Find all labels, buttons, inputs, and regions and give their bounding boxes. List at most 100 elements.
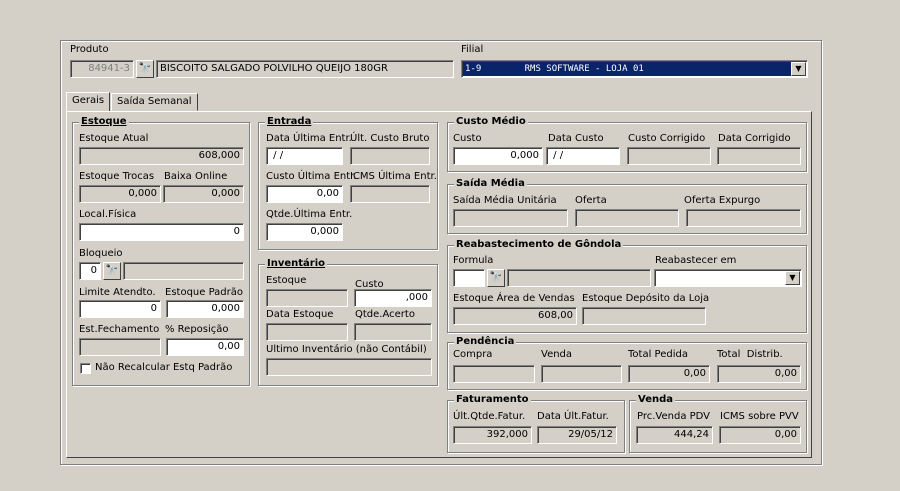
- reabastecer-em-select[interactable]: ▼: [654, 269, 802, 287]
- ultimo-inventario-field: [266, 358, 432, 376]
- total-pedida-field: 0,00: [628, 365, 710, 383]
- estoque-trocas-label: Estoque Trocas: [79, 171, 155, 182]
- estoque-atual-field: 608,000: [79, 147, 244, 165]
- nao-recalcular-checkbox[interactable]: [80, 363, 91, 374]
- estoque-title: Estoque: [79, 116, 129, 128]
- icms-sobre-pvv-label: ICMS sobre PVV: [720, 411, 799, 422]
- filial-selected-value: 1-9 RMS SOFTWARE - LOJA 01: [463, 62, 791, 76]
- inventario-custo-field[interactable]: ,000: [354, 289, 432, 307]
- entrada-title: Entrada: [265, 116, 314, 128]
- chevron-down-icon[interactable]: ▼: [785, 271, 800, 285]
- baixa-online-field: 0,000: [163, 185, 244, 203]
- limite-atendto-field[interactable]: 0: [79, 300, 161, 318]
- data-ultima-entr-field[interactable]: / /: [266, 147, 343, 165]
- faturamento-title: Faturamento: [454, 394, 531, 406]
- custo-label: Custo: [453, 133, 482, 144]
- local-fisica-label: Local.Física: [79, 209, 137, 220]
- qtde-ultima-entr-label: Qtde.Última Entr.: [266, 209, 353, 220]
- qtde-acerto-field: [354, 323, 432, 341]
- estoque-padrao-label: Estoque Padrão: [165, 287, 243, 298]
- compra-field: [453, 365, 535, 383]
- bloqueio-desc-field: [123, 262, 244, 280]
- estoque-area-vendas-field: 608,00: [453, 307, 577, 325]
- binoculars-icon: 🔭: [489, 272, 503, 283]
- icms-ultima-entr-field: [350, 185, 430, 203]
- oferta-label: Oferta: [575, 195, 607, 206]
- custo-field[interactable]: 0,000: [453, 147, 543, 165]
- saida-media-unitaria-label: Saída Média Unitária: [453, 195, 557, 206]
- binoculars-icon: 🔭: [138, 63, 152, 74]
- venda-label: Venda: [541, 349, 573, 360]
- oferta-expurgo-field: [686, 209, 801, 227]
- data-ult-fatur-field: 29/05/12: [537, 426, 617, 444]
- data-custo-field[interactable]: / /: [546, 147, 620, 165]
- data-estoque-field: [266, 323, 348, 341]
- total-distrib-field: 0,00: [717, 365, 801, 383]
- formula-label: Formula: [453, 255, 494, 266]
- reposicao-field[interactable]: 0,00: [166, 338, 244, 356]
- prc-venda-pdv-label: Prc.Venda PDV: [637, 411, 711, 422]
- baixa-online-label: Baixa Online: [164, 171, 228, 182]
- binoculars-icon: 🔭: [105, 265, 119, 276]
- produto-label: Produto: [70, 44, 109, 55]
- estoque-padrao-field[interactable]: 0,000: [166, 300, 244, 318]
- icms-sobre-pvv-field: 0,00: [719, 426, 801, 444]
- data-corrigido-field: [717, 147, 801, 165]
- reposicao-label: % Reposição: [165, 324, 229, 335]
- data-corrigido-label: Data Corrigido: [718, 133, 791, 144]
- data-estoque-label: Data Estoque: [266, 309, 334, 320]
- bloqueio-search-button[interactable]: 🔭: [103, 262, 121, 280]
- estoque-deposito-label: Estoque Depósito da Loja: [582, 293, 710, 304]
- compra-label: Compra: [453, 349, 493, 360]
- produto-search-button[interactable]: 🔭: [136, 60, 154, 78]
- venda-field: [541, 365, 622, 383]
- ultimo-inventario-label: Ultimo Inventário (não Contábil): [266, 344, 427, 355]
- formula-field[interactable]: [453, 269, 485, 287]
- reabastecimento-title: Reabastecimento de Gôndola: [454, 239, 624, 251]
- nao-recalcular-label: Não Recalcular Estq Padrão: [95, 362, 233, 373]
- oferta-expurgo-label: Oferta Expurgo: [684, 195, 761, 206]
- custo-ultima-entr-label: Custo Última Entr.: [266, 171, 357, 182]
- estoque-area-vendas-label: Estoque Área de Vendas: [453, 293, 575, 304]
- qtde-ultima-entr-field[interactable]: 0,000: [266, 223, 343, 241]
- produto-codigo-field[interactable]: 84941-3: [70, 60, 134, 78]
- inventario-title: Inventário: [265, 258, 328, 270]
- saida-media-title: Saída Média: [454, 178, 527, 190]
- formula-desc-field: [507, 269, 651, 287]
- tab-saida-semanal[interactable]: Saída Semanal: [111, 93, 198, 111]
- prc-venda-pdv-field: 444,24: [636, 426, 713, 444]
- ult-custo-bruto-field: [350, 147, 430, 165]
- saida-media-unitaria-field: [453, 209, 568, 227]
- custo-ultima-entr-field[interactable]: 0,00: [266, 185, 343, 203]
- bloqueio-field[interactable]: 0: [79, 262, 101, 280]
- total-distrib-label: Total Distrib.: [717, 349, 783, 360]
- est-fechamento-label: Est.Fechamento: [79, 324, 160, 335]
- custo-corrigido-label: Custo Corrigido: [628, 133, 706, 144]
- total-pedida-label: Total Pedida: [628, 349, 688, 360]
- inventario-estoque-label: Estoque: [266, 275, 307, 286]
- oferta-field: [575, 209, 679, 227]
- data-custo-label: Data Custo: [548, 133, 604, 144]
- limite-atendto-label: Limite Atendto.: [79, 287, 156, 298]
- tab-gerais[interactable]: Gerais: [66, 92, 111, 112]
- reabastecer-em-label: Reabastecer em: [655, 255, 737, 266]
- bloqueio-label: Bloqueio: [79, 248, 123, 259]
- custo-corrigido-field: [627, 147, 711, 165]
- custo-medio-title: Custo Médio: [454, 116, 528, 128]
- estoque-trocas-field: 0,000: [79, 185, 161, 203]
- ult-qtde-fatur-field: 392,000: [453, 426, 532, 444]
- filial-label: Filial: [461, 44, 484, 55]
- local-fisica-field[interactable]: 0: [79, 223, 244, 241]
- venda-title: Venda: [636, 394, 675, 406]
- produto-descricao-field: BISCOITO SALGADO POLVILHO QUEIJO 180GR: [156, 60, 454, 78]
- data-ult-fatur-label: Data Últ.Fatur.: [537, 411, 609, 422]
- estoque-atual-label: Estoque Atual: [79, 133, 149, 144]
- inventario-estoque-field: [266, 289, 348, 307]
- est-fechamento-field: [79, 338, 161, 356]
- chevron-down-icon[interactable]: ▼: [791, 62, 806, 76]
- filial-select[interactable]: 1-9 RMS SOFTWARE - LOJA 01 ▼: [461, 60, 808, 78]
- estoque-deposito-field: [582, 307, 706, 325]
- icms-ultima-entr-label: ICMS Última Entr.: [350, 171, 437, 182]
- formula-search-button[interactable]: 🔭: [487, 269, 505, 287]
- qtde-acerto-label: Qtde.Acerto: [355, 309, 415, 320]
